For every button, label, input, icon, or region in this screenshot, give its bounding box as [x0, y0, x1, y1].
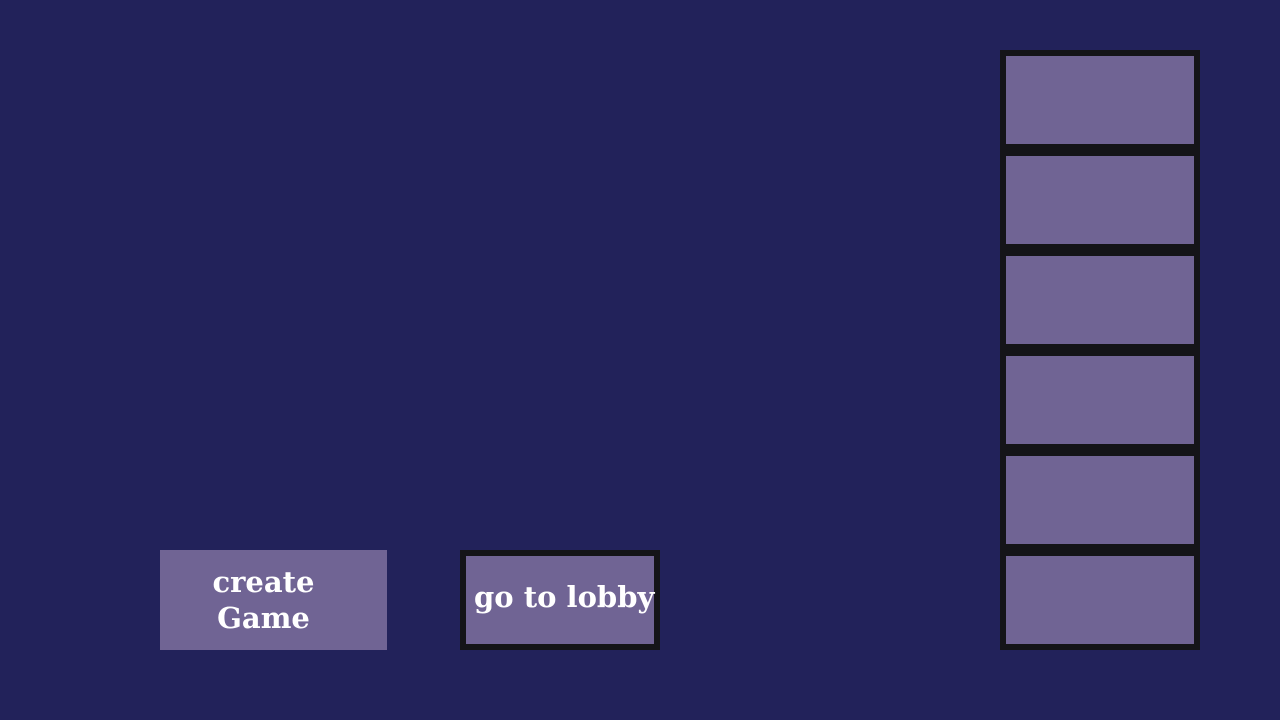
game-slot-3[interactable] — [1006, 256, 1194, 344]
go-to-lobby-button[interactable]: go to lobby — [460, 550, 660, 650]
game-slot-5[interactable] — [1006, 456, 1194, 544]
create-game-button[interactable]: create Game — [160, 550, 387, 650]
game-slot-4[interactable] — [1006, 356, 1194, 444]
game-slot-2[interactable] — [1006, 156, 1194, 244]
create-game-label: create Game — [212, 565, 315, 635]
game-slot-list — [1000, 50, 1200, 650]
go-to-lobby-label: go to lobby — [474, 580, 655, 614]
game-slot-6[interactable] — [1006, 556, 1194, 644]
game-slot-1[interactable] — [1006, 56, 1194, 144]
game-menu-screen: create Game go to lobby — [0, 0, 1280, 720]
